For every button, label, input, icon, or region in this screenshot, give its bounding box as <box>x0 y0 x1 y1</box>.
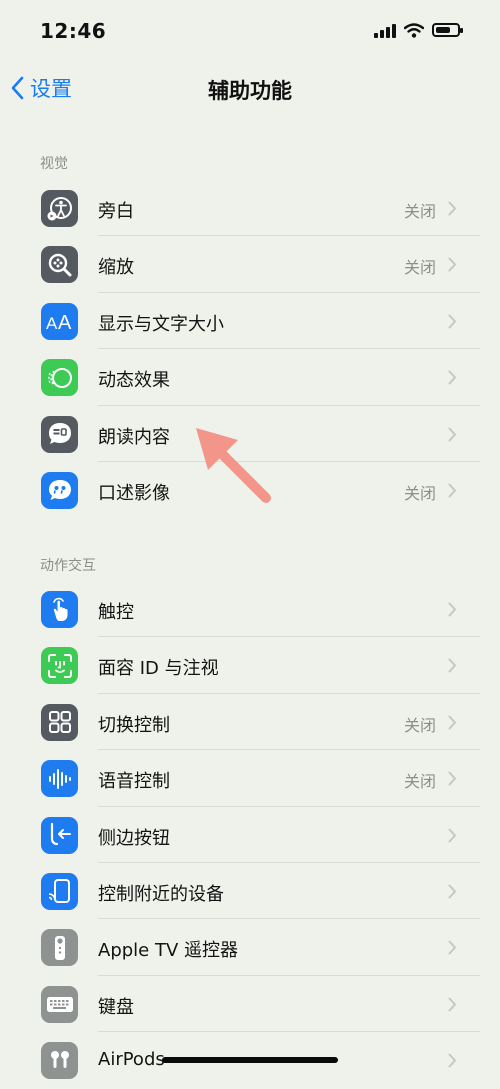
settings-row-label: 面容 ID 与注视 <box>98 658 219 680</box>
settings-row-value: 关闭 <box>403 772 436 792</box>
settings-row-apple-tv-remote[interactable]: Apple TV 遥控器 <box>27 919 500 976</box>
chevron-right-icon <box>448 940 457 959</box>
settings-group-vision: 旁白 关闭 缩放 关闭 A A 显示与文字大小 动态效果 朗读内容 口述影像 关闭 <box>27 180 500 518</box>
wifi-icon <box>404 22 424 38</box>
status-bar: 12:46 <box>0 0 500 62</box>
settings-row-label: 旁白 <box>98 201 134 222</box>
settings-row-value: 关闭 <box>403 483 436 503</box>
settings-row-text-size[interactable]: A A 显示与文字大小 <box>27 293 500 350</box>
settings-row-touch[interactable]: 触控 <box>27 581 500 638</box>
touch-icon <box>41 591 78 628</box>
chevron-right-icon <box>448 483 457 502</box>
battery-fill <box>436 27 450 33</box>
chevron-right-icon <box>448 257 457 276</box>
settings-row-label: 语音控制 <box>98 771 170 793</box>
settings-row-label: 触控 <box>98 602 134 623</box>
settings-row-label: 显示与文字大小 <box>98 313 224 335</box>
settings-row-zoom[interactable]: 缩放 关闭 <box>27 236 500 293</box>
chevron-right-icon <box>448 828 457 847</box>
chevron-right-icon <box>448 427 457 446</box>
chevron-right-icon <box>448 715 457 734</box>
settings-row-label: 键盘 <box>98 996 134 1018</box>
page-title: 辅助功能 <box>208 79 292 103</box>
settings-row-voice-control[interactable]: 语音控制 关闭 <box>27 750 500 807</box>
keyboard-icon <box>41 985 78 1023</box>
airpods-icon <box>41 1042 78 1080</box>
settings-row-nearby-devices[interactable]: 控制附近的设备 <box>27 863 500 920</box>
settings-row-value: 关闭 <box>403 202 436 221</box>
voice-control-icon <box>41 760 78 798</box>
settings-row-voiceover[interactable]: 旁白 关闭 <box>27 180 500 237</box>
audio-descriptions-icon <box>41 471 78 509</box>
settings-row-value: 关闭 <box>403 258 436 278</box>
settings-row-switch-control[interactable]: 切换控制 关闭 <box>27 694 500 751</box>
home-indicator <box>162 1057 338 1063</box>
settings-row-keyboard[interactable]: 键盘 <box>27 976 500 1033</box>
face-id-icon <box>41 647 78 685</box>
settings-row-label: 侧边按钮 <box>98 827 170 849</box>
settings-row-label: AirPods <box>98 1049 165 1071</box>
settings-row-label: 朗读内容 <box>98 426 170 448</box>
svg-text:A: A <box>58 312 72 334</box>
settings-row-audio-descriptions[interactable]: 口述影像 关闭 <box>27 462 500 518</box>
section-header-physical-motor: 动作交互 <box>40 558 96 574</box>
settings-row-side-button[interactable]: 侧边按钮 <box>27 807 500 863</box>
chevron-right-icon <box>448 602 457 621</box>
settings-row-face-id[interactable]: 面容 ID 与注视 <box>27 637 500 694</box>
settings-row-label: 控制附近的设备 <box>98 883 224 905</box>
chevron-right-icon <box>448 771 457 790</box>
settings-row-label: 切换控制 <box>98 714 170 736</box>
navigation-bar: 设置 辅助功能 <box>0 62 500 116</box>
settings-row-label: Apple TV 遥控器 <box>98 940 238 962</box>
motion-icon <box>41 359 78 397</box>
chevron-right-icon <box>448 658 457 677</box>
chevron-right-icon <box>448 370 457 389</box>
text-size-icon: AA <box>41 302 78 340</box>
settings-row-label: 缩放 <box>98 257 134 279</box>
settings-row-label: 口述影像 <box>98 482 170 504</box>
chevron-right-icon <box>448 1053 457 1072</box>
settings-row-label: 动态效果 <box>98 370 170 392</box>
section-header-vision: 视觉 <box>40 156 68 172</box>
switch-control-icon <box>41 703 78 741</box>
voiceover-icon <box>41 190 78 227</box>
chevron-right-icon <box>448 314 457 333</box>
settings-group-physical-motor: 触控 面容 ID 与注视 切换控制 关闭 语音控制 关闭 侧边按钮 控制附近的设备 Apple … <box>27 581 500 1089</box>
nearby-devices-icon <box>41 872 78 910</box>
chevron-right-icon <box>448 997 457 1016</box>
settings-row-value: 关闭 <box>403 715 436 735</box>
settings-row-motion[interactable]: 动态效果 <box>27 349 500 406</box>
settings-row-spoken-content[interactable]: 朗读内容 <box>27 406 500 462</box>
chevron-right-icon <box>448 201 457 220</box>
spoken-content-icon <box>41 415 78 453</box>
chevron-right-icon <box>448 884 457 903</box>
svg-text:A: A <box>46 314 58 333</box>
apple-tv-remote-icon <box>41 929 78 967</box>
cellular-signal-icon <box>374 22 396 38</box>
status-icons <box>374 22 463 38</box>
status-time: 12:46 <box>40 19 107 43</box>
battery-icon <box>432 23 463 37</box>
zoom-icon <box>41 246 78 284</box>
side-button-icon <box>41 816 78 854</box>
